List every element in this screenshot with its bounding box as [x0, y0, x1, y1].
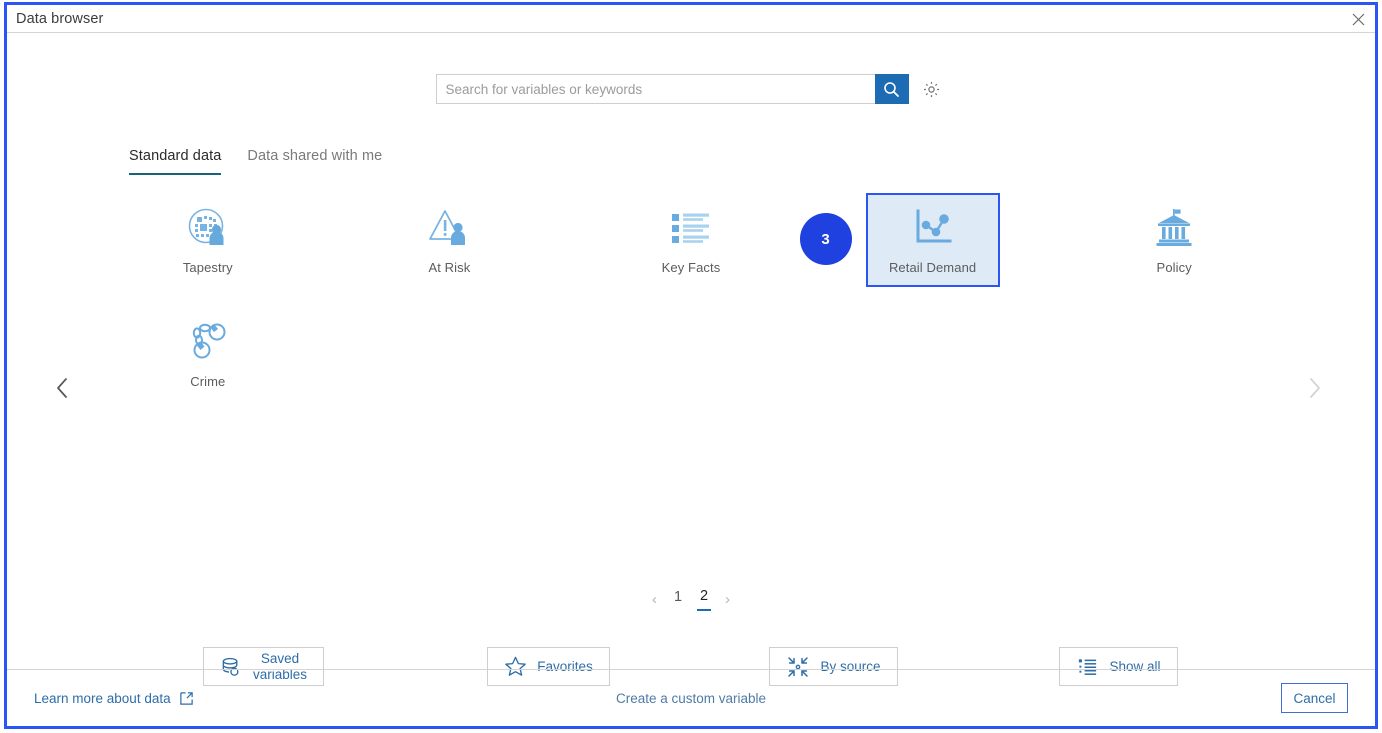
tapestry-icon — [185, 205, 231, 251]
grid-cell: Tapestry — [87, 193, 329, 287]
pagination-page-1[interactable]: 1 — [671, 589, 685, 610]
search-input[interactable] — [436, 74, 875, 104]
data-collection-grid: Tapestry — [87, 193, 1295, 443]
policy-icon — [1151, 205, 1197, 251]
at-risk-icon — [426, 205, 472, 251]
card-label: Tapestry — [183, 260, 233, 275]
tab-data-shared-with-me-label: Data shared with me — [247, 148, 382, 164]
card-label: At Risk — [428, 260, 470, 275]
grid-cell: At Risk — [329, 193, 571, 287]
card-label: Retail Demand — [889, 260, 976, 275]
tab-data-shared-with-me[interactable]: Data shared with me — [247, 148, 382, 175]
settings-button[interactable] — [917, 74, 947, 104]
crime-icon — [185, 319, 231, 365]
pagination-prev-button[interactable]: ‹ — [650, 592, 659, 607]
card-crime[interactable]: Crime — [141, 307, 275, 401]
card-policy[interactable]: Policy — [1107, 193, 1241, 287]
pagination: ‹ 1 2 › — [7, 588, 1375, 611]
card-label: Crime — [190, 374, 225, 389]
card-label: Policy — [1157, 260, 1192, 275]
search-row — [7, 74, 1375, 104]
dialog-titlebar: Data browser — [7, 5, 1375, 33]
gear-icon — [922, 80, 941, 99]
grid-cell: Key Facts — [570, 193, 812, 287]
chevron-left-icon — [55, 377, 70, 399]
step-badge: 3 — [800, 213, 852, 265]
dialog-footer: Learn more about data Create a custom va… — [7, 669, 1375, 726]
card-at-risk[interactable]: At Risk — [382, 193, 516, 287]
search-icon — [883, 81, 900, 98]
close-icon[interactable] — [1347, 8, 1369, 30]
retail-demand-icon — [911, 205, 955, 251]
chevron-right-icon — [1307, 377, 1322, 399]
card-label: Key Facts — [662, 260, 721, 275]
carousel-next-button[interactable] — [1297, 371, 1331, 405]
grid-cell: Crime — [87, 307, 329, 401]
card-retail-demand[interactable]: 3 Retail Demand — [866, 193, 1000, 287]
tab-bar: Standard data Data shared with me — [129, 148, 382, 175]
create-custom-variable-link[interactable]: Create a custom variable — [7, 691, 1375, 706]
data-browser-dialog: Data browser — [4, 2, 1378, 729]
cancel-button[interactable]: Cancel — [1281, 683, 1348, 713]
card-tapestry[interactable]: Tapestry — [141, 193, 275, 287]
card-key-facts[interactable]: Key Facts — [624, 193, 758, 287]
tab-standard-data[interactable]: Standard data — [129, 148, 221, 175]
carousel-prev-button[interactable] — [45, 371, 79, 405]
search-wrap — [436, 74, 947, 104]
dialog-body: Standard data Data shared with me — [7, 33, 1375, 669]
dialog-title: Data browser — [16, 11, 103, 27]
tab-standard-data-label: Standard data — [129, 148, 221, 164]
grid-cell: Policy — [1053, 193, 1295, 287]
pagination-next-button[interactable]: › — [723, 592, 732, 607]
key-facts-icon — [668, 205, 714, 251]
search-button[interactable] — [875, 74, 909, 104]
pagination-page-2[interactable]: 2 — [697, 588, 711, 611]
grid-cell: 3 Retail Demand — [812, 193, 1054, 287]
